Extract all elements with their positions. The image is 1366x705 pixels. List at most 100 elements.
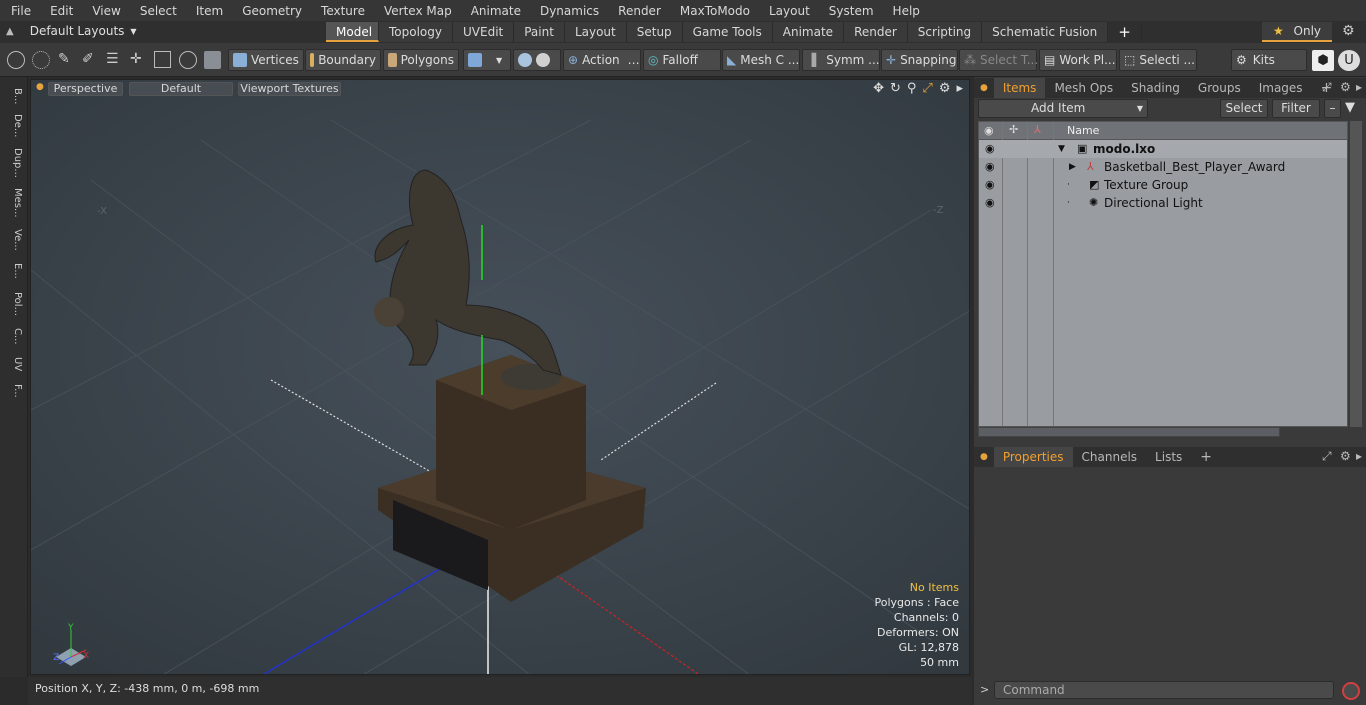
tab-uvedit[interactable]: UVEdit [453, 22, 515, 42]
eye-icon[interactable]: ◉ [985, 161, 997, 173]
falloff-button[interactable]: ◎ Falloff [643, 49, 721, 71]
tab-images[interactable]: Images [1250, 78, 1312, 98]
menu-animate[interactable]: Animate [460, 4, 529, 18]
left-tab-duplicate[interactable]: Dup... [3, 145, 23, 181]
menu-geometry[interactable]: Geometry [231, 4, 310, 18]
menu-file[interactable]: File [0, 4, 39, 18]
collapse-icon[interactable]: – [1324, 99, 1341, 118]
move-view-icon[interactable]: ✥ [873, 81, 884, 96]
tab-paint[interactable]: Paint [514, 22, 565, 42]
gear-icon[interactable]: ⚙ [1342, 23, 1355, 39]
tree-row-basketball-award[interactable]: ◉ ▶ ⅄ Basketball_Best_Player_Award [979, 158, 1347, 176]
snapping-button[interactable]: ✛ Snapping [881, 49, 958, 71]
default-layouts-dropdown[interactable]: ▲ Default Layouts ▼ [6, 24, 137, 38]
unity-icon[interactable]: ⬢ [1312, 50, 1334, 71]
menu-render[interactable]: Render [607, 4, 669, 18]
tree-horizontal-scrollbar[interactable] [978, 427, 1280, 437]
boundary-button[interactable]: Boundary [305, 49, 381, 71]
eye-icon[interactable]: ◉ [985, 179, 997, 191]
left-tab-polygon[interactable]: Pol... [3, 287, 23, 321]
left-tab-mesh-edit[interactable]: Mes... [3, 185, 23, 221]
expand-arrow-icon[interactable]: ▶ [1069, 158, 1076, 176]
expand-panel-icon[interactable]: ⤢ [1322, 80, 1332, 95]
pen-icon[interactable]: ✎ [58, 51, 70, 67]
zoom-view-icon[interactable]: ⚲ [907, 81, 917, 96]
grid-icon[interactable]: ✛ [130, 51, 142, 67]
left-tab-curve[interactable]: C... [3, 323, 23, 349]
name-column-header[interactable]: Name [1067, 124, 1099, 137]
menu-dynamics[interactable]: Dynamics [529, 4, 607, 18]
tree-vertical-scrollbar[interactable] [1350, 121, 1362, 427]
left-tab-fusion[interactable]: F... [3, 377, 23, 405]
shield-icon[interactable] [204, 51, 221, 69]
tab-lists[interactable]: Lists [1146, 447, 1191, 467]
tab-scripting[interactable]: Scripting [907, 22, 983, 42]
viewport-textures-button[interactable]: Viewport Textures [238, 82, 341, 96]
tab-game-tools[interactable]: Game Tools [682, 22, 773, 42]
item-mode-button[interactable]: ▼ [463, 49, 511, 71]
tab-properties[interactable]: Properties [993, 447, 1073, 467]
eye-icon[interactable]: ◉ [985, 143, 997, 155]
menu-layout[interactable]: Layout [758, 4, 818, 18]
tree-row-modo-lxo[interactable]: ◉ ▼ ▣ modo.lxo [979, 140, 1347, 158]
3d-viewport[interactable]: -X -Z Y X Z ● Perspective Default Viewpo… [30, 79, 970, 675]
tree-row-texture-group[interactable]: ◉ · ◩ Texture Group [979, 176, 1347, 194]
panel-menu-arrow-icon[interactable]: ▸ [1356, 80, 1362, 94]
record-macro-icon[interactable] [1342, 682, 1360, 700]
menu-system[interactable]: System [818, 4, 882, 18]
menu-select[interactable]: Select [129, 4, 185, 18]
selection-sets-button[interactable]: ⬚ Selecti ... [1119, 49, 1197, 71]
panel-gear-icon[interactable]: ⚙ [1340, 449, 1351, 463]
select-through-button[interactable]: ⁂ Select T... [959, 49, 1038, 71]
add-item-button[interactable]: Add Item ▼ [978, 99, 1148, 118]
symmetry-button[interactable]: ▐ Symm ... [802, 49, 880, 71]
tab-shading[interactable]: Shading [1122, 78, 1189, 98]
menu-edit[interactable]: Edit [39, 4, 81, 18]
action-center-button[interactable]: ⊕ Action … [563, 49, 641, 71]
viewport-menu-arrow-icon[interactable]: ▸ [956, 81, 963, 96]
tab-mesh-ops[interactable]: Mesh Ops [1045, 78, 1122, 98]
add-panel-tab-button[interactable]: + [1191, 447, 1221, 467]
material-mode-button[interactable] [513, 49, 561, 71]
left-tab-deform[interactable]: De... [3, 111, 23, 141]
panel-menu-arrow-icon[interactable]: ▸ [1356, 449, 1362, 463]
left-tab-basic[interactable]: B... [3, 83, 23, 109]
tab-schematic-fusion[interactable]: Schematic Fusion [982, 22, 1109, 42]
menu-maxtomodo[interactable]: MaxToModo [669, 4, 758, 18]
menu-item[interactable]: Item [185, 4, 231, 18]
globe-icon[interactable] [32, 51, 50, 69]
viewport-gear-icon[interactable]: ⚙ [939, 81, 951, 96]
tab-layout[interactable]: Layout [564, 22, 627, 42]
fit-view-icon[interactable]: ⤢ [922, 81, 932, 96]
clock-icon[interactable] [179, 51, 197, 69]
circle-select-icon[interactable] [7, 51, 25, 69]
command-input[interactable]: Command [994, 681, 1334, 699]
menu-help[interactable]: Help [882, 4, 928, 18]
mesh-constraint-button[interactable]: ◣ Mesh C ... [722, 49, 800, 71]
left-tab-uv[interactable]: UV [3, 353, 23, 375]
shading-default-button[interactable]: Default [129, 82, 233, 96]
left-tab-edge[interactable]: E... [3, 259, 23, 283]
expand-panel-icon[interactable]: ⤢ [1322, 449, 1332, 464]
filter-button[interactable]: Filter [1272, 99, 1320, 118]
tab-topology[interactable]: Topology [379, 22, 453, 42]
tab-setup[interactable]: Setup [626, 22, 683, 42]
panel-gear-icon[interactable]: ⚙ [1340, 80, 1351, 94]
menu-view[interactable]: View [81, 4, 128, 18]
left-tab-vertex[interactable]: Ve... [3, 225, 23, 255]
menu-vertex-map[interactable]: Vertex Map [373, 4, 460, 18]
rotate-view-icon[interactable]: ↻ [890, 81, 901, 96]
tab-animate[interactable]: Animate [772, 22, 845, 42]
tab-channels[interactable]: Channels [1073, 447, 1147, 467]
polygons-button[interactable]: Polygons [383, 49, 459, 71]
square-circle-icon[interactable] [154, 51, 171, 68]
tab-model[interactable]: Model [326, 22, 379, 42]
tab-groups[interactable]: Groups [1189, 78, 1250, 98]
collapse-arrow-icon[interactable]: ▼ [1058, 140, 1065, 158]
only-toggle[interactable]: ★ Only [1262, 22, 1332, 42]
add-tab-button[interactable]: + [1108, 22, 1142, 42]
unreal-icon[interactable]: U [1338, 50, 1360, 71]
select-button[interactable]: Select [1220, 99, 1268, 118]
perspective-button[interactable]: Perspective [48, 82, 123, 96]
eye-icon[interactable]: ◉ [985, 197, 997, 209]
